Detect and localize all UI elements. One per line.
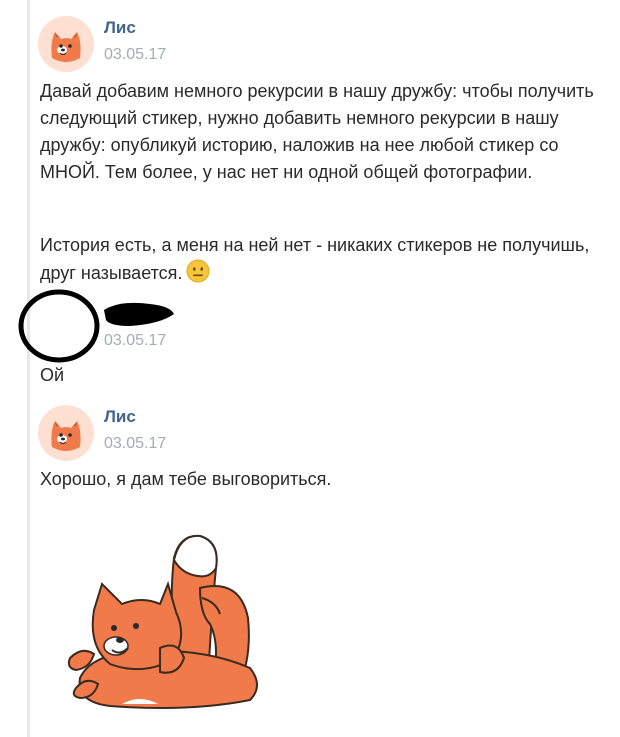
message-text-part: История есть, а меня на ней нет - никаки… [40, 235, 590, 283]
fox-avatar[interactable] [38, 405, 94, 461]
fox-face-icon [51, 32, 81, 62]
fox-lying-sticker-image[interactable] [50, 528, 290, 718]
redacted-author-name [104, 302, 174, 326]
message-text: История есть, а меня на ней нет - никаки… [40, 232, 610, 287]
thread-divider-line [27, 0, 30, 737]
message-author[interactable]: Лис [104, 407, 136, 427]
fox-avatar[interactable] [38, 16, 94, 72]
message-date[interactable]: 03.05.17 [104, 435, 166, 453]
message-author[interactable]: Лис [104, 18, 136, 38]
message-text: Ой [40, 365, 65, 385]
fox-face-icon [51, 421, 81, 451]
neutral-face-emoji-icon [186, 259, 210, 283]
message-text: Хорошо, я дам тебе выговориться. [40, 469, 332, 489]
message-text: Давай добавим немного рекурсии в нашу др… [40, 81, 594, 182]
message-date[interactable]: 03.05.17 [104, 46, 166, 64]
message-date[interactable]: 03.05.17 [104, 332, 166, 350]
redacted-avatar-circle [18, 289, 100, 363]
